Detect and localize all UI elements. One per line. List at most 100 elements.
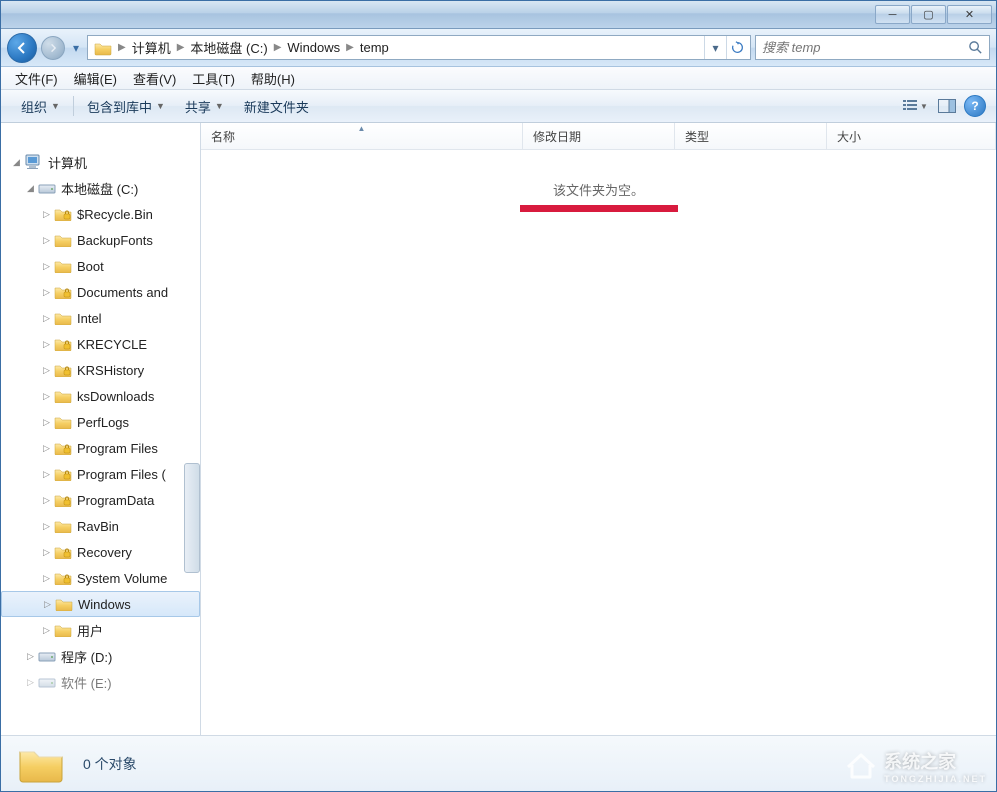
- chevron-down-icon: ▼: [156, 101, 165, 111]
- tree-drive-e[interactable]: ▷软件 (E:): [1, 669, 200, 695]
- history-dropdown[interactable]: ▾: [69, 41, 83, 55]
- include-in-library-button[interactable]: 包含到库中▼: [77, 90, 175, 122]
- expand-icon[interactable]: ▷: [41, 209, 52, 220]
- expand-icon[interactable]: ▷: [41, 313, 52, 324]
- tree-folder--[interactable]: ▷用户: [1, 617, 200, 643]
- refresh-button[interactable]: [726, 36, 748, 59]
- tree-folder-ravbin[interactable]: ▷RavBin: [1, 513, 200, 539]
- tree-folder-krecycle[interactable]: ▷KRECYCLE: [1, 331, 200, 357]
- tree-folder-krshistory[interactable]: ▷KRSHistory: [1, 357, 200, 383]
- share-button[interactable]: 共享▼: [175, 90, 234, 122]
- tree-folder-documents-and[interactable]: ▷Documents and: [1, 279, 200, 305]
- tree-folder--recycle-bin[interactable]: ▷$Recycle.Bin: [1, 201, 200, 227]
- new-folder-button[interactable]: 新建文件夹: [234, 90, 319, 122]
- collapse-icon[interactable]: ◢: [11, 157, 22, 168]
- search-input[interactable]: [762, 40, 968, 55]
- list-view-icon: [902, 99, 918, 113]
- expand-icon[interactable]: ▷: [41, 417, 52, 428]
- tree-folder-programdata[interactable]: ▷ProgramData: [1, 487, 200, 513]
- tree-folder-boot[interactable]: ▷Boot: [1, 253, 200, 279]
- expand-icon[interactable]: ▷: [42, 599, 53, 610]
- tree-folder-recovery[interactable]: ▷Recovery: [1, 539, 200, 565]
- explorer-window: ─ ▢ ✕ ▾ ▶ 计算机 ▶ 本地磁盘 (C:) ▶ Windows ▶ te…: [0, 0, 997, 792]
- menu-help[interactable]: 帮助(H): [243, 67, 303, 89]
- expand-icon[interactable]: ▷: [41, 261, 52, 272]
- navigation-tree: ◢计算机◢本地磁盘 (C:)▷$Recycle.Bin▷BackupFonts▷…: [1, 123, 201, 735]
- expand-icon[interactable]: ▷: [25, 651, 36, 662]
- back-button[interactable]: [7, 33, 37, 63]
- address-bar[interactable]: ▶ 计算机 ▶ 本地磁盘 (C:) ▶ Windows ▶ temp ▾: [87, 35, 751, 60]
- annotation-underline: [520, 205, 678, 212]
- breadcrumb-windows[interactable]: Windows: [283, 36, 344, 59]
- expand-icon[interactable]: ▷: [41, 521, 52, 532]
- maximize-button[interactable]: ▢: [911, 5, 946, 24]
- sort-ascending-icon: ▲: [358, 124, 366, 133]
- expand-icon[interactable]: ▷: [41, 235, 52, 246]
- menu-file[interactable]: 文件(F): [7, 67, 66, 89]
- tree-folder-windows[interactable]: ▷Windows: [1, 591, 200, 617]
- tree-folder-intel[interactable]: ▷Intel: [1, 305, 200, 331]
- column-header-row: 名称▲ 修改日期 类型 大小: [201, 123, 996, 150]
- tree-computer[interactable]: ◢计算机: [1, 149, 200, 175]
- organize-button[interactable]: 组织▼: [11, 90, 70, 122]
- menu-edit[interactable]: 编辑(E): [66, 67, 125, 89]
- search-box[interactable]: [755, 35, 990, 60]
- watermark: 系统之家 TONGZHIJIA.NET: [844, 748, 987, 784]
- forward-button[interactable]: [41, 36, 65, 60]
- folder-icon: [94, 39, 112, 57]
- tree-folder-system-volume[interactable]: ▷System Volume: [1, 565, 200, 591]
- column-header-name[interactable]: 名称▲: [201, 123, 523, 149]
- tree-drive-c[interactable]: ◢本地磁盘 (C:): [1, 175, 200, 201]
- minimize-button[interactable]: ─: [875, 5, 910, 24]
- menu-tools[interactable]: 工具(T): [184, 67, 243, 89]
- menu-view[interactable]: 查看(V): [125, 67, 184, 89]
- help-button[interactable]: ?: [964, 95, 986, 117]
- help-icon: ?: [971, 99, 978, 113]
- content-area: ◢计算机◢本地磁盘 (C:)▷$Recycle.Bin▷BackupFonts▷…: [1, 123, 996, 735]
- expand-icon[interactable]: ▷: [41, 625, 52, 636]
- expand-icon[interactable]: ▷: [25, 677, 36, 688]
- chevron-down-icon: ▼: [215, 101, 224, 111]
- view-mode-button[interactable]: ▼: [900, 95, 930, 117]
- expand-icon[interactable]: ▷: [41, 443, 52, 454]
- chevron-down-icon: ▼: [51, 101, 60, 111]
- tree-folder-ksdownloads[interactable]: ▷ksDownloads: [1, 383, 200, 409]
- expand-icon[interactable]: ▷: [41, 547, 52, 558]
- expand-icon[interactable]: ▷: [41, 573, 52, 584]
- tree-scrollbar[interactable]: [184, 463, 200, 573]
- toolbar: 组织▼ 包含到库中▼ 共享▼ 新建文件夹 ▼ ?: [1, 90, 996, 123]
- back-arrow-icon: [15, 41, 29, 55]
- chevron-right-icon: ▶: [175, 42, 187, 53]
- file-list: 名称▲ 修改日期 类型 大小 该文件夹为空。: [201, 123, 996, 735]
- tree-folder-perflogs[interactable]: ▷PerfLogs: [1, 409, 200, 435]
- house-icon: [844, 751, 878, 781]
- column-header-type[interactable]: 类型: [675, 123, 827, 149]
- expand-icon[interactable]: ▷: [41, 495, 52, 506]
- tree-folder-program-files[interactable]: ▷Program Files: [1, 435, 200, 461]
- tree-drive-d[interactable]: ▷程序 (D:): [1, 643, 200, 669]
- preview-pane-button[interactable]: [932, 95, 962, 117]
- refresh-icon: [731, 41, 744, 54]
- chevron-right-icon: ▶: [344, 42, 356, 53]
- collapse-icon[interactable]: ◢: [25, 183, 36, 194]
- breadcrumb-temp[interactable]: temp: [356, 36, 393, 59]
- preview-pane-icon: [938, 99, 956, 113]
- tree-folder-backupfonts[interactable]: ▷BackupFonts: [1, 227, 200, 253]
- address-dropdown-button[interactable]: ▾: [704, 36, 726, 59]
- folder-large-icon: [17, 744, 65, 784]
- expand-icon[interactable]: ▷: [41, 365, 52, 376]
- chevron-right-icon: ▶: [272, 42, 284, 53]
- maximize-icon: ▢: [923, 8, 933, 21]
- expand-icon[interactable]: ▷: [41, 339, 52, 350]
- close-button[interactable]: ✕: [947, 5, 992, 24]
- breadcrumb-drive-c[interactable]: 本地磁盘 (C:): [186, 36, 271, 59]
- column-header-size[interactable]: 大小: [827, 123, 996, 149]
- expand-icon[interactable]: ▷: [41, 469, 52, 480]
- tree-folder-program-files-[interactable]: ▷Program Files (: [1, 461, 200, 487]
- expand-icon[interactable]: ▷: [41, 391, 52, 402]
- column-header-date[interactable]: 修改日期: [523, 123, 675, 149]
- status-text: 0 个对象: [83, 754, 137, 774]
- breadcrumb-computer[interactable]: 计算机: [128, 36, 175, 59]
- expand-icon[interactable]: ▷: [41, 287, 52, 298]
- forward-arrow-icon: [48, 43, 58, 53]
